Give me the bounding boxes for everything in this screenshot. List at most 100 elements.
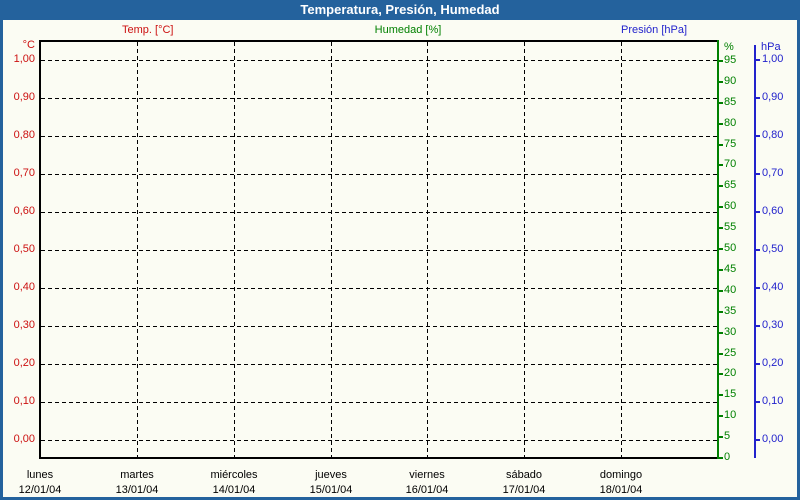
hpa-tick-label: 0,60 bbox=[762, 205, 784, 217]
legend-humidity-label: Humedad [%] bbox=[374, 24, 442, 36]
hpa-axis-line bbox=[754, 45, 756, 458]
percent-tick bbox=[718, 269, 723, 271]
h-gridline bbox=[41, 364, 717, 365]
percent-tick bbox=[718, 394, 723, 396]
percent-tick-label: 10 bbox=[724, 409, 737, 421]
v-gridline bbox=[427, 42, 428, 457]
x-axis-date-label: 13/01/04 bbox=[115, 484, 159, 496]
hpa-tick-label: 0,20 bbox=[762, 357, 784, 369]
x-axis-weekday-label: sábado bbox=[505, 469, 543, 481]
celsius-tick-label: 0,20 bbox=[13, 357, 35, 369]
percent-tick-label: 0 bbox=[724, 451, 731, 463]
percent-tick-label: 35 bbox=[724, 305, 737, 317]
v-gridline bbox=[621, 42, 622, 457]
hpa-tick-label: 0,30 bbox=[762, 319, 784, 331]
percent-tick bbox=[718, 102, 723, 104]
celsius-tick-label: 0,90 bbox=[13, 91, 35, 103]
percent-tick-label: 95 bbox=[724, 54, 737, 66]
app-window: Temperatura, Presión, Humedad Temp. [°C]… bbox=[0, 0, 800, 500]
percent-tick bbox=[718, 415, 723, 417]
hpa-tick-label: 0,90 bbox=[762, 91, 784, 103]
percent-tick-label: 70 bbox=[724, 158, 737, 170]
percent-tick-label: 65 bbox=[724, 179, 737, 191]
x-axis-weekday-label: domingo bbox=[599, 469, 643, 481]
percent-tick-label: 80 bbox=[724, 117, 737, 129]
percent-tick-label: 15 bbox=[724, 388, 737, 400]
hpa-tick bbox=[754, 439, 760, 441]
h-gridline bbox=[41, 98, 717, 99]
celsius-tick-label: 1,00 bbox=[13, 53, 35, 65]
x-axis-date-label: 17/01/04 bbox=[502, 484, 546, 496]
x-axis-date-label: 18/01/04 bbox=[599, 484, 643, 496]
percent-tick-label: 25 bbox=[724, 347, 737, 359]
celsius-tick-label: 0,50 bbox=[13, 243, 35, 255]
window-title: Temperatura, Presión, Humedad bbox=[300, 2, 500, 17]
celsius-tick-label: 0,10 bbox=[13, 395, 35, 407]
hpa-tick bbox=[754, 97, 760, 99]
x-axis-weekday-label: martes bbox=[120, 469, 154, 481]
hpa-tick bbox=[754, 59, 760, 61]
percent-tick-label: 5 bbox=[724, 430, 731, 442]
hpa-tick-label: 0,70 bbox=[762, 167, 784, 179]
percent-tick bbox=[718, 144, 723, 146]
x-axis-date-label: 14/01/04 bbox=[212, 484, 256, 496]
h-gridline bbox=[41, 212, 717, 213]
x-axis-date-label: 15/01/04 bbox=[309, 484, 353, 496]
h-gridline bbox=[41, 288, 717, 289]
hpa-tick-label: 0,40 bbox=[762, 281, 784, 293]
window-title-bar: Temperatura, Presión, Humedad bbox=[0, 0, 800, 20]
x-axis-weekday-label: jueves bbox=[315, 469, 347, 481]
percent-tick bbox=[718, 436, 723, 438]
percent-tick-label: 85 bbox=[724, 96, 737, 108]
percent-axis-header: % bbox=[724, 41, 734, 53]
percent-tick-label: 45 bbox=[724, 263, 737, 275]
celsius-tick-label: 0,80 bbox=[13, 129, 35, 141]
hpa-tick bbox=[754, 325, 760, 327]
celsius-tick-label: 0,70 bbox=[13, 167, 35, 179]
hpa-tick bbox=[754, 135, 760, 137]
celsius-tick-label: 0,60 bbox=[13, 205, 35, 217]
celsius-tick-label: 0,40 bbox=[13, 281, 35, 293]
percent-tick bbox=[718, 164, 723, 166]
percent-tick-label: 30 bbox=[724, 326, 737, 338]
h-gridline bbox=[41, 326, 717, 327]
percent-tick bbox=[718, 373, 723, 375]
h-gridline bbox=[41, 136, 717, 137]
percent-tick bbox=[718, 457, 723, 459]
hpa-axis-header: hPa bbox=[761, 41, 781, 53]
hpa-tick bbox=[754, 173, 760, 175]
h-gridline bbox=[41, 440, 717, 441]
hpa-tick-label: 0,00 bbox=[762, 433, 784, 445]
hpa-tick bbox=[754, 287, 760, 289]
v-gridline bbox=[524, 42, 525, 457]
v-gridline bbox=[137, 42, 138, 457]
h-gridline bbox=[41, 402, 717, 403]
percent-tick-label: 90 bbox=[724, 75, 737, 87]
v-gridline bbox=[331, 42, 332, 457]
x-axis-date-label: 16/01/04 bbox=[405, 484, 449, 496]
h-gridline bbox=[41, 174, 717, 175]
percent-tick-label: 60 bbox=[724, 200, 737, 212]
h-gridline bbox=[41, 60, 717, 61]
hpa-tick bbox=[754, 211, 760, 213]
celsius-tick-label: 0,00 bbox=[13, 433, 35, 445]
celsius-tick-label: 0,30 bbox=[13, 319, 35, 331]
percent-tick bbox=[718, 60, 723, 62]
plot-border-top bbox=[39, 40, 719, 42]
celsius-axis-header: °C bbox=[22, 39, 35, 51]
hpa-tick-label: 0,10 bbox=[762, 395, 784, 407]
percent-tick bbox=[718, 290, 723, 292]
percent-tick-label: 75 bbox=[724, 138, 737, 150]
percent-tick bbox=[718, 206, 723, 208]
percent-tick bbox=[718, 353, 723, 355]
percent-tick bbox=[718, 185, 723, 187]
hpa-tick-label: 0,50 bbox=[762, 243, 784, 255]
percent-tick-label: 55 bbox=[724, 221, 737, 233]
percent-tick bbox=[718, 311, 723, 313]
v-gridline bbox=[234, 42, 235, 457]
percent-tick-label: 40 bbox=[724, 284, 737, 296]
x-axis-weekday-label: viernes bbox=[409, 469, 445, 481]
hpa-tick bbox=[754, 249, 760, 251]
percent-tick bbox=[718, 248, 723, 250]
hpa-tick bbox=[754, 401, 760, 403]
